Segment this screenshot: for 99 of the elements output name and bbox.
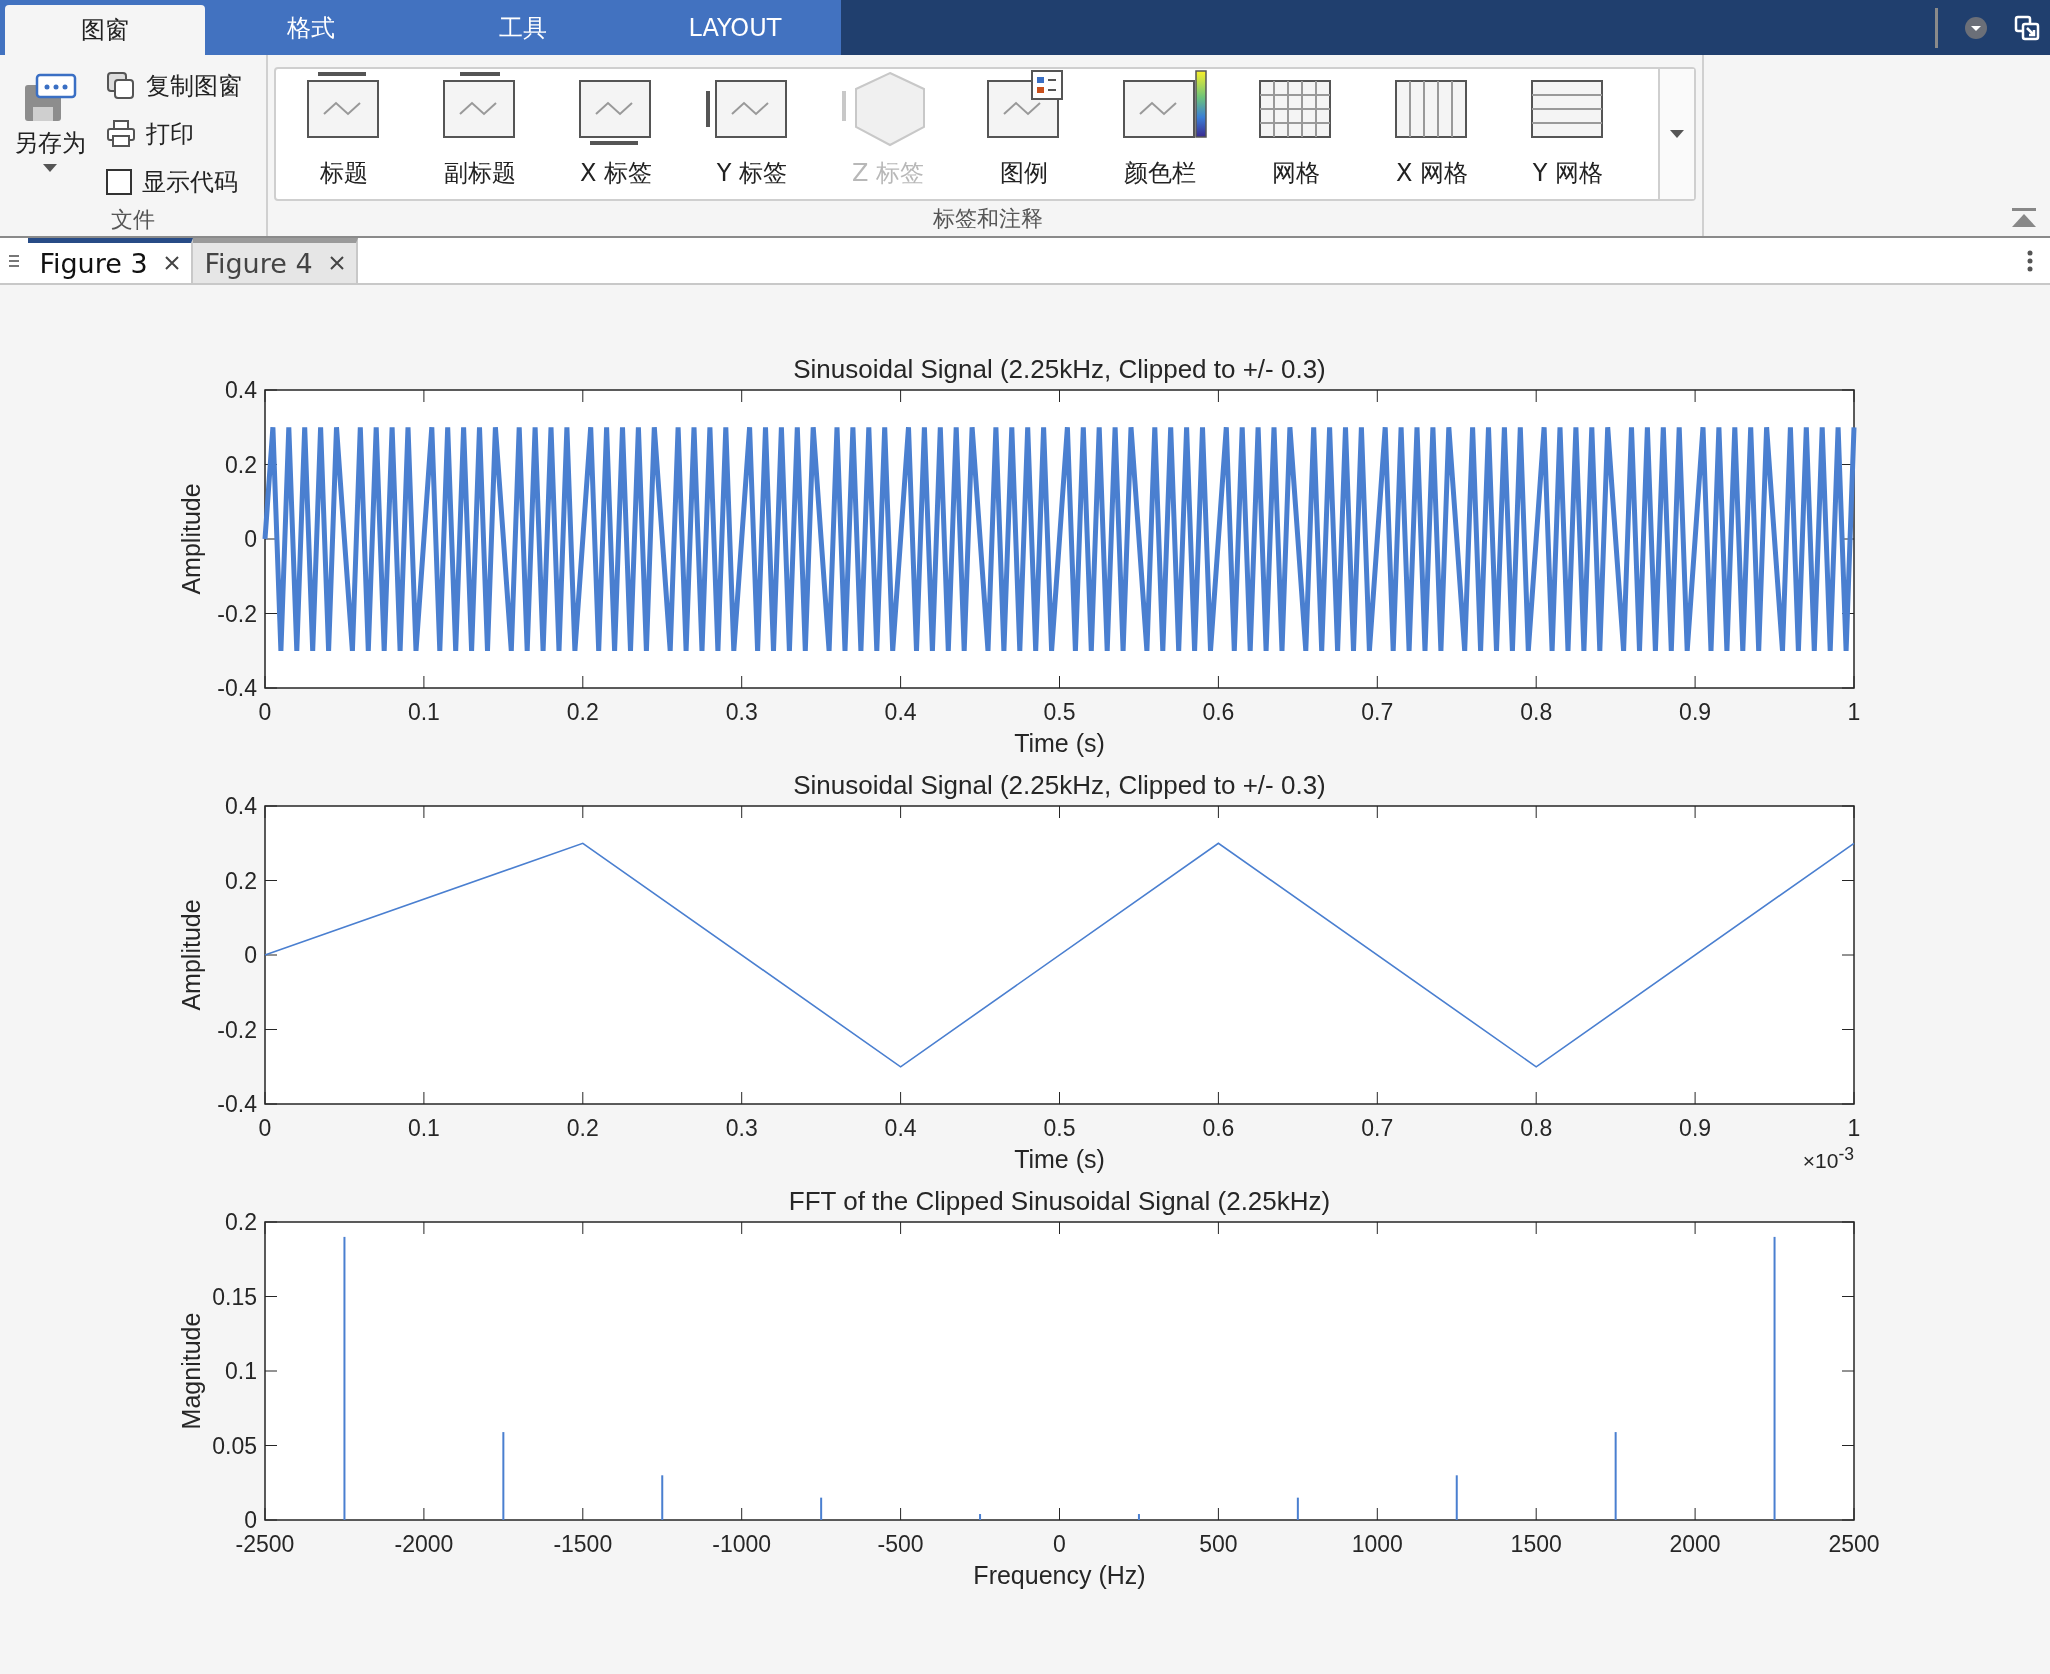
tick-label: -1000 (712, 1531, 772, 1557)
tick-label: 0.2 (225, 451, 257, 478)
group-label: 文件 (110, 205, 156, 234)
group-label: 标签和注释 (932, 204, 1044, 233)
more-icon (2027, 249, 2033, 272)
tick-label: 1000 (1351, 1531, 1403, 1557)
save-as-label: 另存为 (14, 128, 86, 159)
printer-icon (106, 119, 136, 149)
tick-label: 0.2 (566, 699, 599, 725)
checkbox[interactable] (106, 169, 132, 195)
tick-label: 0.7 (1361, 1115, 1394, 1141)
copy-button[interactable]: 复制图窗 (106, 65, 242, 107)
undock-icon (2014, 14, 2040, 41)
tick-label: 0.4 (884, 699, 917, 725)
show-code-checkbox[interactable]: 显示代码 (106, 161, 242, 203)
tick-label: -0.2 (217, 600, 257, 627)
gallery-button[interactable]: X 标签 (548, 69, 684, 199)
tick-label: 0.1 (407, 699, 440, 725)
tick-label: 500 (1199, 1531, 1238, 1557)
save-as-button[interactable]: 另存为 (0, 65, 100, 203)
gallery-button[interactable]: 网格 (1228, 69, 1364, 199)
tick-label: 0.15 (212, 1283, 257, 1310)
close-icon (163, 255, 180, 271)
caret-icon (1669, 129, 1685, 139)
stem-bar (1296, 1497, 1299, 1520)
chart-title: Sinusoidal Signal (2.25kHz, Clipped to +/- 0.3) (793, 354, 1326, 384)
tick-label: 0.9 (1679, 699, 1712, 725)
tick-label: 0.4 (884, 1115, 917, 1141)
tick-label: 0 (1053, 1531, 1066, 1557)
save-icon (23, 73, 77, 123)
document-tab[interactable]: Figure 3 (28, 238, 193, 283)
gallery-button[interactable]: 副标题 (412, 69, 548, 199)
tick-label: 0.6 (1202, 1115, 1235, 1141)
axis-label: Frequency (Hz) (973, 1561, 1146, 1589)
gallery-button[interactable]: Y 网格 (1500, 69, 1636, 199)
tick-label: 2000 (1669, 1531, 1721, 1557)
stem-bar (1137, 1514, 1140, 1520)
document-tab[interactable]: Figure 4 (193, 238, 358, 283)
chart-title: Sinusoidal Signal (2.25kHz, Clipped to +/- 0.3) (793, 770, 1326, 800)
tick-label: 0.8 (1520, 1115, 1553, 1141)
ribbon-tab[interactable]: 图窗 (5, 5, 205, 55)
tick-label: -2500 (235, 1531, 295, 1557)
tick-label: 0.5 (1043, 1115, 1076, 1141)
tick-label: 0.1 (407, 1115, 440, 1141)
ribbon-tab[interactable]: 工具 (417, 0, 629, 55)
tick-label: 0.4 (225, 377, 257, 403)
tick-label: 0 (258, 1115, 272, 1141)
tick-label: 0.7 (1361, 699, 1394, 725)
axis-label: Amplitude (177, 899, 205, 1011)
axis-label: Magnitude (177, 1312, 205, 1430)
tick-label: 2500 (1828, 1531, 1880, 1557)
caret-icon (42, 163, 58, 173)
tick-label: 0.2 (225, 867, 257, 894)
tick-label: 0.05 (212, 1432, 257, 1459)
tick-label: 1 (1847, 699, 1861, 725)
ribbon-tab[interactable]: 格式 (205, 0, 417, 55)
axis-exponent: ×10$^{-3}$ (1802, 1149, 1854, 1172)
tick-label: -2000 (394, 1531, 454, 1557)
tick-label: 0.6 (1202, 699, 1235, 725)
chart-title: FFT of the Clipped Sinusoidal Signal (2.25kHz) (788, 1186, 1331, 1216)
grip-icon (9, 253, 19, 268)
tick-label: 0 (244, 526, 257, 552)
tick-label: 0.8 (1520, 699, 1553, 725)
gallery-button[interactable]: 颜色栏 (1092, 69, 1228, 199)
tick-label: 0 (244, 1507, 257, 1533)
tick-label: 0.9 (1679, 1115, 1712, 1141)
tick-label: 0.2 (225, 1209, 257, 1235)
tick-label: 1500 (1510, 1531, 1562, 1557)
ribbon-tab[interactable]: LAYOUT (629, 0, 841, 55)
axis-label: Amplitude (177, 483, 205, 595)
tick-label: 0 (244, 942, 257, 968)
tick-label: 1 (1847, 1115, 1861, 1141)
stem-bar (661, 1475, 664, 1520)
axis-label: Time (s) (1014, 729, 1105, 757)
tick-label: 0.3 (725, 699, 758, 725)
tick-label: 0.1 (225, 1358, 257, 1384)
tick-label: -500 (877, 1531, 924, 1557)
tick-label: -0.4 (217, 675, 257, 701)
dropdown-icon (1964, 15, 1988, 40)
tick-label: 0.3 (725, 1115, 758, 1141)
copy-icon (106, 71, 136, 101)
gallery-button[interactable]: X 网格 (1364, 69, 1500, 199)
gallery-button[interactable]: 标题 (276, 69, 412, 199)
tick-label: 0.2 (566, 1115, 599, 1141)
tick-label: -0.4 (217, 1091, 257, 1117)
tick-label: 0 (258, 699, 272, 725)
gallery-button[interactable]: 图例 (956, 69, 1092, 199)
tick-label: 0.5 (1043, 699, 1076, 725)
tick-label: 0.4 (225, 793, 257, 819)
stem-bar (820, 1497, 823, 1520)
axis-label: Time (s) (1014, 1145, 1105, 1173)
tick-label: -0.2 (217, 1016, 257, 1043)
collapse-icon (2012, 208, 2036, 228)
stem-bar (979, 1514, 982, 1520)
gallery-button[interactable]: Y 标签 (684, 69, 820, 199)
close-icon (328, 255, 345, 271)
print-button[interactable]: 打印 (106, 113, 242, 155)
stem-bar (1455, 1475, 1458, 1520)
tick-label: -1500 (553, 1531, 613, 1557)
